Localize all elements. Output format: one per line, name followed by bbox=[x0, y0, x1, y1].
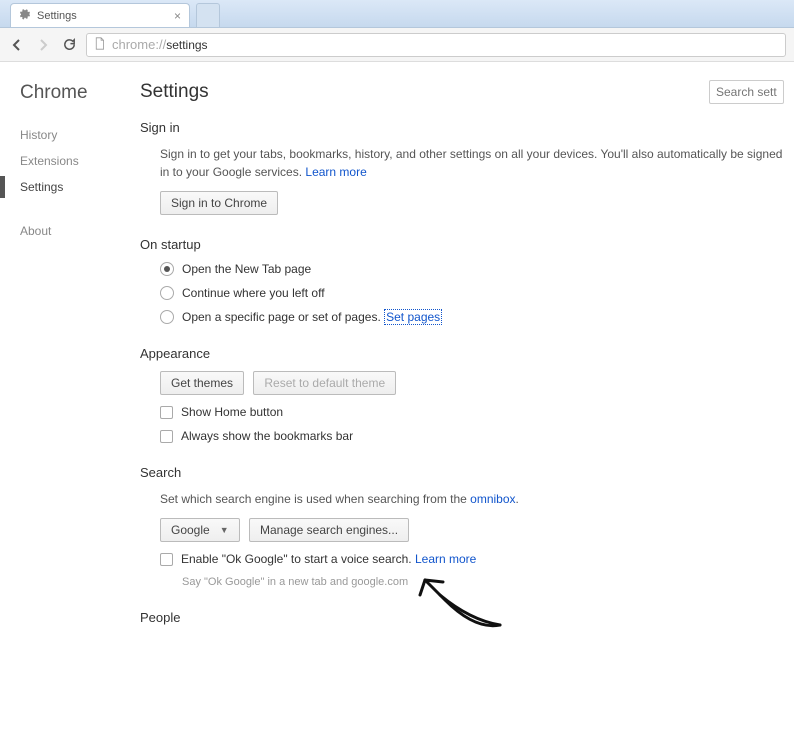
sidebar-item-settings[interactable]: Settings bbox=[20, 174, 140, 200]
section-startup-title: On startup bbox=[140, 237, 784, 252]
ok-google-hint: Say "Ok Google" in a new tab and google.… bbox=[182, 576, 784, 588]
ok-google-label: Enable "Ok Google" to start a voice sear… bbox=[181, 552, 476, 566]
always-bookmarks-checkbox[interactable] bbox=[160, 430, 173, 443]
search-settings-input[interactable] bbox=[709, 80, 784, 104]
page-title: Settings bbox=[140, 81, 209, 103]
tab-title: Settings bbox=[37, 10, 77, 22]
show-home-checkbox[interactable] bbox=[160, 406, 173, 419]
show-home-label: Show Home button bbox=[181, 405, 283, 419]
search-engine-dropdown[interactable]: Google▼ bbox=[160, 518, 240, 542]
section-signin-title: Sign in bbox=[140, 120, 784, 135]
reset-theme-button[interactable]: Reset to default theme bbox=[253, 371, 396, 395]
startup-radio-continue[interactable] bbox=[160, 286, 174, 300]
main-content: Settings Sign in Sign in to get your tab… bbox=[140, 62, 794, 686]
sidebar-item-history[interactable]: History bbox=[20, 122, 140, 148]
page-icon bbox=[93, 37, 106, 53]
signin-learn-more-link[interactable]: Learn more bbox=[305, 165, 366, 179]
omnibox-link[interactable]: omnibox bbox=[470, 492, 515, 506]
startup-radio-specific[interactable] bbox=[160, 310, 174, 324]
section-search-title: Search bbox=[140, 465, 784, 480]
ok-google-checkbox[interactable] bbox=[160, 553, 173, 566]
sidebar-title: Chrome bbox=[20, 82, 140, 104]
forward-button[interactable] bbox=[34, 36, 52, 54]
signin-description: Sign in to get your tabs, bookmarks, his… bbox=[160, 145, 784, 181]
caret-down-icon: ▼ bbox=[220, 525, 229, 535]
gear-icon bbox=[19, 8, 31, 23]
url-text: chrome://settings bbox=[112, 37, 208, 52]
close-icon[interactable]: × bbox=[174, 9, 181, 23]
startup-label-specific: Open a specific page or set of pages. Se… bbox=[182, 310, 442, 324]
omnibox[interactable]: chrome://settings bbox=[86, 33, 786, 57]
always-bookmarks-label: Always show the bookmarks bar bbox=[181, 429, 353, 443]
sidebar: Chrome History Extensions Settings About bbox=[0, 62, 140, 686]
manage-search-engines-button[interactable]: Manage search engines... bbox=[249, 518, 409, 542]
section-people-title: People bbox=[140, 610, 784, 625]
ok-google-learn-more-link[interactable]: Learn more bbox=[415, 552, 476, 566]
back-button[interactable] bbox=[8, 36, 26, 54]
signin-button[interactable]: Sign in to Chrome bbox=[160, 191, 278, 215]
get-themes-button[interactable]: Get themes bbox=[160, 371, 244, 395]
new-tab-button[interactable] bbox=[196, 3, 220, 27]
set-pages-link[interactable]: Set pages bbox=[384, 309, 442, 325]
sidebar-item-about[interactable]: About bbox=[20, 218, 140, 244]
tab-bar: Settings × bbox=[0, 0, 794, 28]
browser-tab[interactable]: Settings × bbox=[10, 3, 190, 27]
reload-button[interactable] bbox=[60, 36, 78, 54]
toolbar: chrome://settings bbox=[0, 28, 794, 62]
startup-label-newtab: Open the New Tab page bbox=[182, 262, 311, 276]
section-appearance-title: Appearance bbox=[140, 346, 784, 361]
sidebar-item-extensions[interactable]: Extensions bbox=[20, 148, 140, 174]
startup-label-continue: Continue where you left off bbox=[182, 286, 325, 300]
search-description: Set which search engine is used when sea… bbox=[160, 490, 784, 508]
startup-radio-newtab[interactable] bbox=[160, 262, 174, 276]
